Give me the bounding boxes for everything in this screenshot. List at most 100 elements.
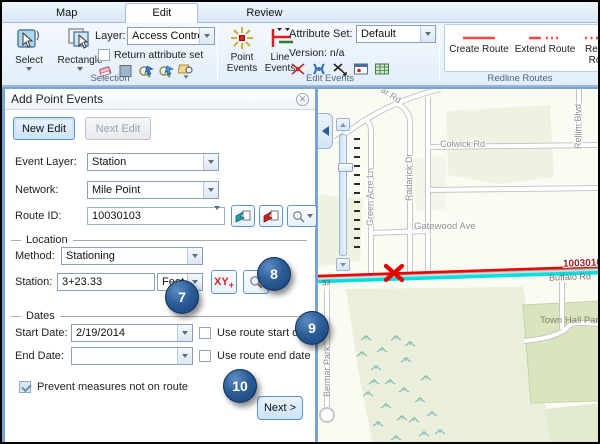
attribute-set-label: Attribute Set: (289, 28, 353, 40)
network-label: Network: (15, 184, 58, 196)
route-id-combo[interactable]: 10030103 (87, 207, 225, 225)
point-events-icon (228, 25, 256, 51)
ribbon-tab-bar: Map Edit Review (2, 2, 598, 23)
clear-route-arrow-icon (263, 209, 279, 224)
ribbon-group-redline: Create Route Extend Route Realign Route … (442, 23, 598, 85)
road-label-green-acre: Green Acre Ln (365, 168, 375, 226)
tab-edit[interactable]: Edit (125, 3, 198, 23)
next-button[interactable]: Next > (257, 396, 303, 420)
extend-route-label: Extend Route (515, 44, 576, 55)
use-route-end-date-checkbox[interactable] (199, 350, 211, 362)
close-icon[interactable]: ✕ (296, 93, 309, 106)
end-date-label: End Date: (15, 350, 64, 362)
route-zoom-dropdown-arrow (307, 214, 313, 218)
collapse-left-icon (322, 126, 329, 136)
event-layer-value: Station (88, 156, 203, 168)
point-events-label: Point Events (227, 52, 258, 74)
select-dropdown-arrow[interactable] (26, 67, 32, 71)
point-events-button[interactable]: Point Events (224, 25, 260, 74)
road-label-colwick: Colwick Rd (440, 139, 485, 149)
map-view[interactable]: ar Rd Colwick Rd Rellim Blvd Radarick Dr… (318, 87, 600, 444)
tab-review[interactable]: Review (220, 4, 308, 22)
rectangle-dropdown-arrow[interactable] (77, 67, 83, 71)
location-section-label: Location (21, 234, 73, 246)
park-area (546, 403, 600, 444)
extend-route-icon (525, 33, 565, 43)
network-dropdown[interactable]: Mile Point (87, 181, 219, 199)
route-zoom-menu-button[interactable] (287, 205, 317, 227)
layer-label: Layer: (95, 30, 126, 42)
map-zoom-slider (336, 118, 350, 131)
route-id-dropdown-arrow[interactable] (214, 210, 224, 222)
selection-group-label: Selection (2, 73, 218, 84)
zoom-slider-handle[interactable] (338, 163, 353, 172)
start-date-dropdown-arrow[interactable] (177, 325, 192, 341)
zoom-slider-track[interactable] (339, 134, 347, 256)
method-dropdown[interactable]: Stationing (61, 247, 203, 265)
prevent-measures-checkbox[interactable] (19, 381, 31, 393)
start-date-picker[interactable]: 2/19/2014 (71, 324, 193, 342)
prevent-measures-label: Prevent measures not on route (37, 381, 188, 393)
zoom-out-button[interactable] (336, 258, 350, 271)
callout-9-number: 9 (308, 320, 316, 336)
use-route-start-date-checkbox[interactable] (199, 327, 211, 339)
road-label-rellim: Rellim Blvd (573, 104, 583, 149)
callout-9: 9 (295, 311, 329, 345)
measure-label: 33 (321, 277, 331, 287)
select-button[interactable]: Select (8, 26, 50, 71)
station-input[interactable] (57, 273, 155, 291)
callout-8: 8 (257, 257, 291, 291)
location-section-separator: Location (11, 234, 307, 246)
ribbon-group-selection: Select Rectangle Layer: Access Control R… (2, 23, 218, 85)
zoom-in-button[interactable] (336, 118, 350, 131)
attribute-set-dropdown[interactable]: Default (356, 25, 436, 43)
tab-map[interactable]: Map (30, 4, 103, 22)
road-label-gatewood: Gatewood Ave (414, 221, 476, 232)
layer-value: Access Control (128, 30, 199, 42)
zoom-out-icon (340, 263, 346, 267)
realign-route-label: Realign Route (580, 44, 600, 66)
start-date-label: Start Date: (15, 327, 68, 339)
create-route-button[interactable]: Create Route (448, 33, 510, 55)
station-label: Station: (15, 276, 52, 288)
network-value: Mile Point (88, 184, 203, 196)
select-route-on-map-button[interactable] (231, 205, 255, 227)
zoom-in-icon (340, 123, 346, 127)
new-edit-button[interactable]: New Edit (13, 117, 75, 140)
clear-route-button[interactable] (259, 205, 283, 227)
panel-collapse-button[interactable] (318, 113, 333, 149)
panel-header: Add Point Events ✕ (5, 89, 315, 110)
xy-locate-button[interactable]: XY + (211, 270, 237, 294)
layer-dropdown-arrow[interactable] (199, 28, 214, 44)
callout-10: 10 (223, 369, 257, 403)
return-attribute-set-checkbox[interactable] (98, 49, 110, 61)
method-dropdown-arrow[interactable] (187, 248, 202, 264)
select-route-arrow-icon (235, 209, 251, 224)
dates-section-separator: Dates (11, 310, 307, 322)
event-layer-dropdown-arrow[interactable] (203, 154, 218, 170)
use-route-end-date-label: Use route end date (217, 350, 311, 362)
event-layer-dropdown[interactable]: Station (87, 153, 219, 171)
callout-7: 7 (165, 280, 199, 314)
next-edit-button[interactable]: Next Edit (85, 117, 151, 140)
extend-route-button[interactable]: Extend Route (514, 33, 576, 55)
application-window: Map Edit Review Select (0, 0, 600, 444)
attribute-set-value: Default (357, 28, 420, 40)
callout-7-number: 7 (178, 289, 186, 305)
end-date-dropdown-arrow[interactable] (177, 348, 192, 364)
network-dropdown-arrow[interactable] (203, 182, 218, 198)
layer-dropdown[interactable]: Access Control (127, 27, 215, 45)
dates-section-label: Dates (21, 310, 60, 322)
ribbon: Select Rectangle Layer: Access Control R… (2, 23, 598, 87)
park-area (346, 287, 553, 444)
bermar-park-label: Bermar Park (322, 346, 332, 397)
xy-icon: XY (214, 276, 229, 288)
realign-route-button[interactable]: Realign Route (580, 33, 600, 66)
attribute-set-dropdown-arrow[interactable] (420, 26, 435, 42)
create-route-label: Create Route (449, 44, 508, 55)
road-label-buffalo: Buffalo Rd (549, 271, 591, 282)
redline-group-label: Redline Routes (442, 73, 598, 84)
start-date-value: 2/19/2014 (72, 327, 177, 339)
end-date-picker[interactable] (71, 347, 193, 365)
return-attribute-set-label: Return attribute set (114, 49, 203, 61)
